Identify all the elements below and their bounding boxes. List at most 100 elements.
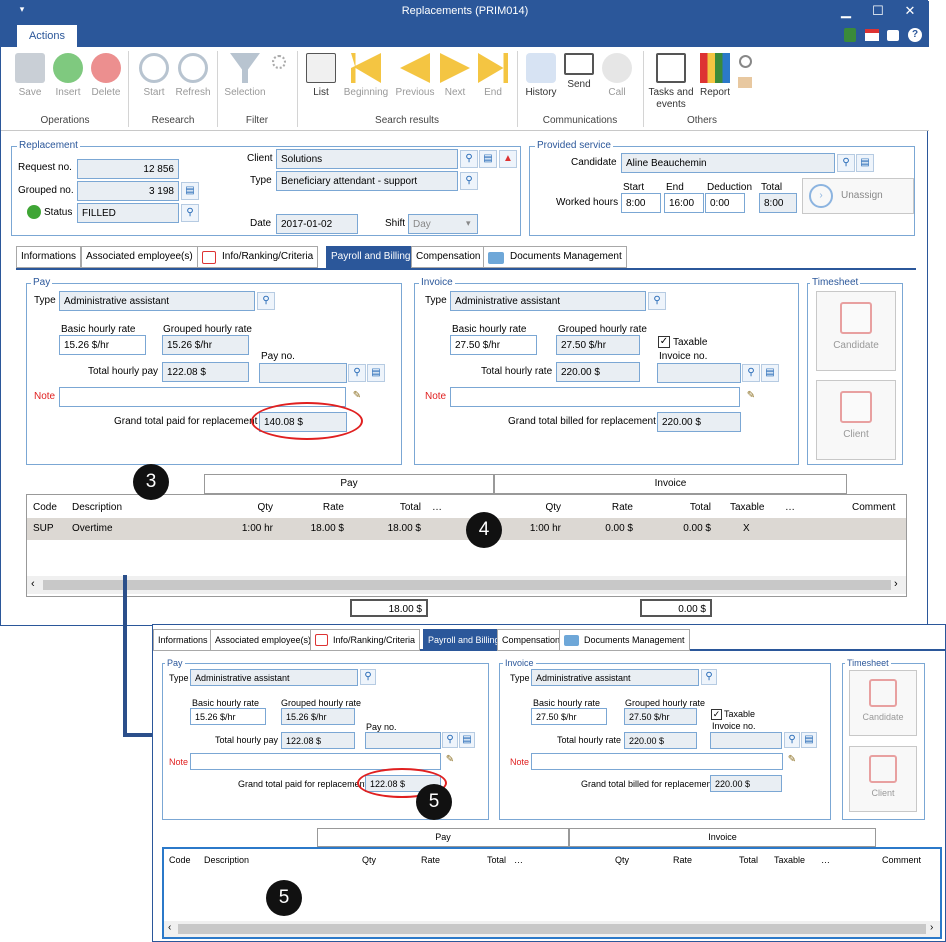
invoice-no-field[interactable]	[657, 363, 741, 383]
inset-timesheet-candidate-button[interactable]: Candidate	[849, 670, 917, 736]
horizontal-scrollbar[interactable]: ‹ ›	[164, 921, 940, 937]
search-icon[interactable]: ⚲	[742, 364, 760, 382]
tab-compensation[interactable]: Compensation	[497, 629, 566, 651]
col-pay-rate[interactable]: Rate	[277, 502, 344, 513]
col-description[interactable]: Description	[204, 855, 249, 865]
tab-info-ranking-criteria[interactable]: Info/Ranking/Criteria	[310, 629, 421, 651]
help-icon[interactable]: ?	[908, 28, 922, 42]
col-inv-rate[interactable]: Rate	[565, 502, 633, 513]
inset-invoice-note-field[interactable]	[531, 753, 783, 770]
inset-invoice-grouped-field[interactable]: 27.50 $/hr	[624, 708, 697, 725]
folder-search-icon[interactable]: ▤	[761, 364, 779, 382]
invoice-note-field[interactable]	[450, 387, 740, 407]
folder-search-icon[interactable]: ▤	[459, 732, 475, 748]
tab-informations[interactable]: Informations	[153, 629, 213, 651]
print-icon[interactable]	[738, 77, 752, 88]
tab-compensation[interactable]: Compensation	[411, 246, 486, 268]
delete-button[interactable]: Delete	[81, 47, 131, 98]
col-code[interactable]: Code	[33, 502, 57, 513]
col-description[interactable]: Description	[72, 502, 122, 513]
col-inv-rate[interactable]: Rate	[634, 855, 692, 865]
close-button[interactable]: ✕	[895, 3, 925, 19]
col-code[interactable]: Code	[169, 855, 191, 865]
call-button[interactable]: Call	[592, 47, 642, 98]
end-field[interactable]: 16:00	[664, 193, 704, 213]
system-menu-icon[interactable]: ▾	[7, 4, 37, 15]
tab-documents-management[interactable]: Documents Management	[483, 246, 627, 268]
folder-search-icon[interactable]: ▤	[367, 364, 385, 382]
inset-timesheet-client-button[interactable]: Client	[849, 746, 917, 812]
request-no-field[interactable]: 12 856	[77, 159, 179, 179]
report-button[interactable]: Report	[690, 47, 740, 98]
pay-basic-rate-field[interactable]: 15.26 $/hr	[59, 335, 146, 355]
folder-search-icon[interactable]: ▤	[181, 182, 199, 200]
col-comment[interactable]: Comment	[852, 502, 895, 513]
invoice-type-field[interactable]: Administrative assistant	[450, 291, 646, 311]
date-field[interactable]: 2017-01-02	[276, 214, 358, 234]
col-pay-rate[interactable]: Rate	[382, 855, 440, 865]
col-inv-more[interactable]: …	[785, 502, 795, 513]
taxable-checkbox[interactable]: ✓	[658, 336, 670, 348]
grouped-no-field[interactable]: 3 198	[77, 181, 179, 201]
scroll-left-icon[interactable]: ‹	[31, 578, 35, 590]
status-field[interactable]: FILLED	[77, 203, 179, 223]
inset-pay-no-field[interactable]	[365, 732, 441, 749]
inset-pay-grouped-field[interactable]: 15.26 $/hr	[281, 708, 355, 725]
tasks-events-button[interactable]: Tasks and events	[646, 47, 696, 111]
pay-grouped-rate-field[interactable]: 15.26 $/hr	[162, 335, 249, 355]
col-pay-total[interactable]: Total	[348, 502, 421, 513]
col-pay-more[interactable]: …	[432, 502, 442, 513]
tab-payroll-billing[interactable]: Payroll and Billing	[423, 629, 505, 651]
search-icon[interactable]: ⚲	[181, 204, 199, 222]
scrollbar-thumb[interactable]	[43, 580, 891, 590]
search-icon[interactable]: ⚲	[360, 669, 376, 685]
tab-documents-management[interactable]: Documents Management	[559, 629, 690, 651]
pencil-icon[interactable]: ✎	[442, 753, 458, 769]
pencil-icon[interactable]: ✎	[348, 388, 366, 406]
search-icon[interactable]: ⚲	[348, 364, 366, 382]
timesheet-candidate-button[interactable]: Candidate	[816, 291, 896, 371]
calendar-icon[interactable]	[865, 29, 879, 41]
pencil-icon[interactable]: ✎	[784, 753, 800, 769]
pay-no-field[interactable]	[259, 363, 347, 383]
map-pin-icon[interactable]: ▲	[499, 150, 517, 168]
beginning-button[interactable]: Beginning	[341, 47, 391, 98]
type-field[interactable]: Beneficiary attendant - support	[276, 171, 458, 191]
scrollbar-thumb[interactable]	[178, 924, 926, 934]
timesheet-client-button[interactable]: Client	[816, 380, 896, 460]
search-icon[interactable]: ⚲	[460, 150, 478, 168]
pay-total-field[interactable]: 122.08 $	[162, 362, 249, 382]
tab-info-ranking-criteria[interactable]: Info/Ranking/Criteria	[197, 246, 319, 268]
client-field[interactable]: Solutions	[276, 149, 458, 169]
invoice-total-field[interactable]: 220.00 $	[556, 362, 640, 382]
inset-invoice-basic-field[interactable]: 27.50 $/hr	[531, 708, 607, 725]
col-inv-total[interactable]: Total	[696, 855, 758, 865]
refresh-button[interactable]: Refresh	[168, 47, 218, 98]
col-pay-qty[interactable]: Qty	[205, 502, 273, 513]
invoice-basic-rate-field[interactable]: 27.50 $/hr	[450, 335, 537, 355]
col-taxable[interactable]: Taxable	[730, 502, 764, 513]
inset-invoice-grand-field[interactable]: 220.00 $	[710, 775, 782, 792]
col-inv-more[interactable]: …	[821, 855, 830, 865]
tab-payroll-billing[interactable]: Payroll and Billing	[326, 246, 416, 268]
search-icon[interactable]: ⚲	[257, 292, 275, 310]
pay-type-field[interactable]: Administrative assistant	[59, 291, 255, 311]
search-icon[interactable]: ⚲	[648, 292, 666, 310]
folder-search-icon[interactable]: ▤	[856, 154, 874, 172]
scroll-right-icon[interactable]: ›	[894, 578, 898, 590]
scroll-right-icon[interactable]: ›	[930, 922, 933, 933]
lock-icon[interactable]	[887, 30, 899, 41]
tab-associated-employees[interactable]: Associated employee(s)	[81, 246, 198, 268]
tab-informations[interactable]: Informations	[16, 246, 82, 268]
end-button[interactable]: End	[468, 47, 518, 98]
inset-invoice-type-field[interactable]: Administrative assistant	[531, 669, 699, 686]
col-inv-total[interactable]: Total	[639, 502, 711, 513]
folder-search-icon[interactable]: ▤	[801, 732, 817, 748]
deduction-field[interactable]: 0:00	[705, 193, 745, 213]
col-pay-qty[interactable]: Qty	[319, 855, 376, 865]
selection-button[interactable]: Selection	[220, 47, 270, 98]
inset-invoice-no-field[interactable]	[710, 732, 782, 749]
inset-pay-basic-field[interactable]: 15.26 $/hr	[190, 708, 266, 725]
tab-associated-employees[interactable]: Associated employee(s)	[210, 629, 317, 651]
taxable-checkbox[interactable]: ✓	[711, 709, 722, 720]
